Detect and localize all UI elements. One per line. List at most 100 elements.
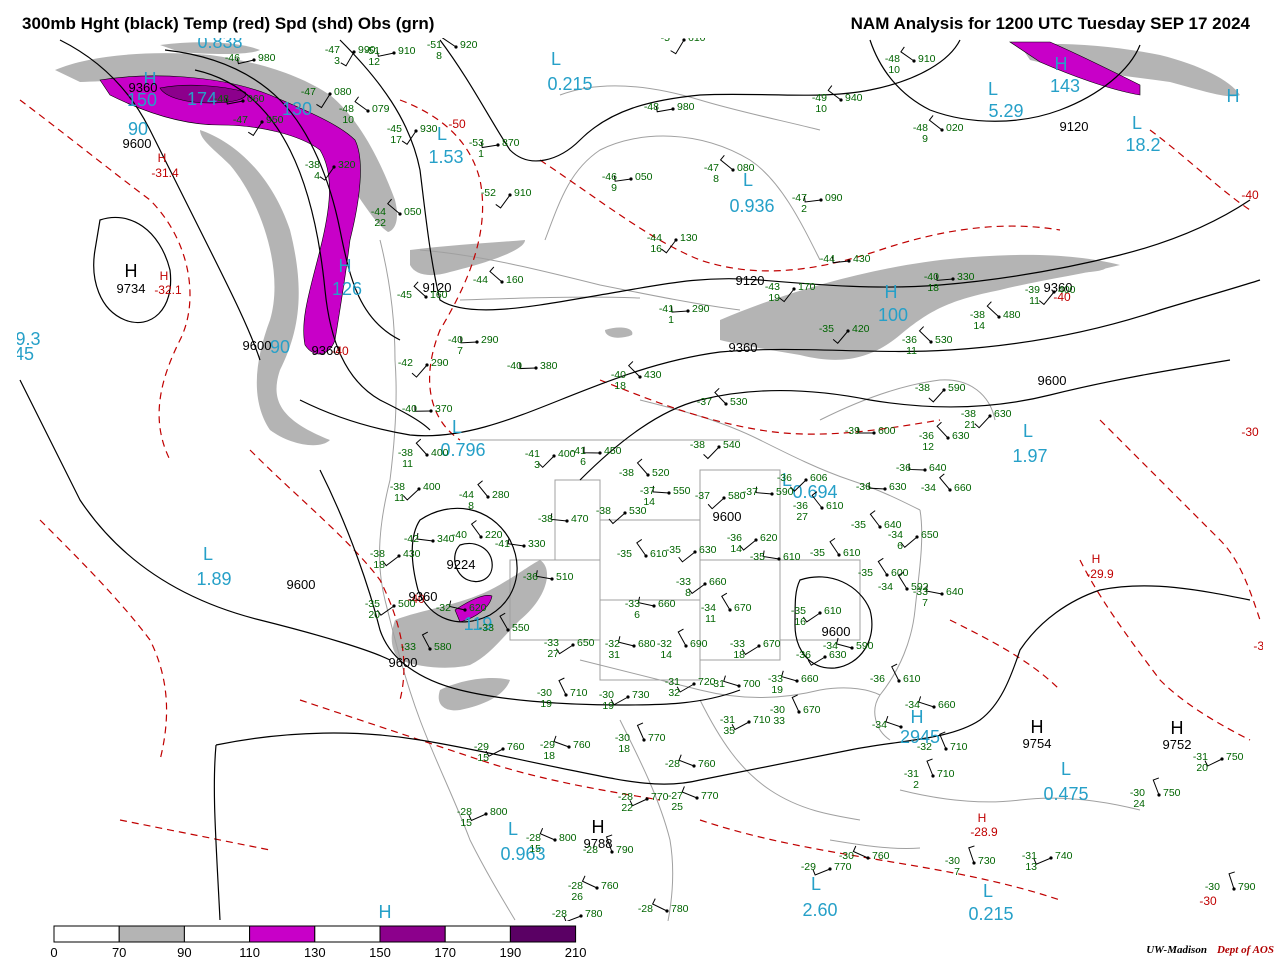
obs-height: 910 [514, 187, 532, 199]
obs-height: 530 [935, 334, 953, 346]
obs-dewpoint: 12 [368, 56, 380, 68]
height-label: 9600 [1038, 373, 1067, 388]
obs-height: 770 [701, 790, 719, 802]
obs-height: 610 [783, 551, 801, 563]
obs-dewpoint: 7 [954, 866, 960, 878]
chart-title-left: 300mb Hght (black) Temp (red) Spd (shd) … [22, 14, 435, 33]
obs-height: 060 [247, 93, 265, 105]
colorbar-tick-label: 210 [565, 945, 587, 960]
obs-dewpoint: 15 [460, 817, 472, 829]
obs-height: 760 [507, 741, 525, 753]
obs-dewpoint: 7 [922, 597, 928, 609]
obs-height: 500 [398, 598, 416, 610]
obs-height: 330 [528, 538, 546, 550]
obs-temperature: -28 [665, 758, 680, 770]
obs-temperature: -38 [619, 467, 634, 479]
obs-height: 980 [677, 101, 695, 113]
obs-height: 290 [692, 303, 710, 315]
obs-height: 660 [801, 673, 819, 685]
obs-dewpoint: 2 [913, 779, 919, 791]
obs-temperature: -46 [225, 52, 240, 64]
obs-height: 079 [372, 103, 390, 115]
obs-dewpoint: 27 [796, 511, 808, 523]
min-max-label: 1.53 [428, 147, 463, 167]
min-max-label: L [203, 544, 213, 564]
obs-temperature: -38 [538, 513, 553, 525]
obs-height: 610 [843, 547, 861, 559]
obs-height: 550 [512, 622, 530, 634]
colorbar-bin [118, 925, 185, 943]
obs-height: 420 [852, 323, 870, 335]
obs-height: 640 [929, 462, 947, 474]
obs-height: 760 [601, 880, 619, 892]
obs-temperature: -28 [638, 903, 653, 915]
obs-height: 660 [938, 699, 956, 711]
min-max-label: 90 [270, 337, 290, 357]
min-max-label: L [1061, 759, 1071, 779]
obs-height: 710 [937, 768, 955, 780]
obs-temperature: -36 [896, 462, 911, 474]
height-label: 9360 [729, 340, 758, 355]
obs-height: 760 [872, 850, 890, 862]
obs-height: 730 [978, 855, 996, 867]
obs-height: 160 [430, 289, 448, 301]
min-max-label: 2.60 [802, 900, 837, 920]
obs-height: 650 [921, 529, 939, 541]
obs-height: 610 [903, 673, 921, 685]
height-label: 9754 [1023, 736, 1052, 751]
obs-height: 940 [845, 92, 863, 104]
obs-height: 380 [540, 360, 558, 372]
obs-temperature: -31 [710, 678, 725, 690]
obs-temperature: -35 [750, 551, 765, 563]
obs-dewpoint: 35 [723, 725, 735, 737]
temperature-label: -30 [1253, 639, 1263, 653]
temperature-label: H [1092, 552, 1101, 566]
obs-height: 290 [481, 334, 499, 346]
height-label: 9600 [822, 624, 851, 639]
obs-temperature: -38 [690, 439, 705, 451]
height-label: 9600 [123, 136, 152, 151]
obs-temperature: -33 [479, 622, 494, 634]
obs-temperature: -28 [583, 844, 598, 856]
obs-dewpoint: 12 [922, 441, 934, 453]
obs-dewpoint: 14 [730, 543, 742, 555]
obs-dewpoint: 9 [922, 133, 928, 145]
colorbar-tick-label: 150 [369, 945, 391, 960]
obs-dewpoint: 15 [529, 843, 541, 855]
height-label: 9600 [389, 655, 418, 670]
min-max-label: 1.97 [1012, 446, 1047, 466]
obs-height: 610 [688, 38, 706, 44]
min-max-label: 126 [332, 279, 362, 299]
obs-dewpoint: 14 [660, 649, 672, 661]
obs-height: 280 [492, 489, 510, 501]
min-max-label: 100 [878, 305, 908, 325]
obs-height: 370 [435, 403, 453, 415]
obs-dewpoint: 11 [394, 492, 405, 504]
obs-height: 540 [723, 439, 741, 451]
obs-height: 670 [734, 602, 752, 614]
obs-dewpoint: 6 [580, 456, 586, 468]
height-label: 9360 [129, 80, 158, 95]
high-marker: H [1031, 717, 1044, 737]
obs-temperature: -38 [915, 382, 930, 394]
obs-height: 770 [648, 732, 666, 744]
obs-height: 920 [460, 39, 478, 51]
obs-height: 930 [420, 123, 438, 135]
obs-dewpoint: 11 [402, 458, 413, 470]
obs-temperature: -48 [214, 93, 229, 105]
height-label: 9734 [117, 281, 146, 296]
obs-height: 660 [954, 482, 972, 494]
obs-height: 770 [651, 791, 669, 803]
temperature-label: H [160, 269, 169, 283]
min-max-label: 174 [187, 89, 217, 109]
obs-dewpoint: 20 [368, 609, 380, 621]
min-max-label: 5.29 [988, 101, 1023, 121]
obs-height: 780 [671, 903, 689, 915]
obs-temperature: -35 [858, 567, 873, 579]
min-max-label: L [1023, 421, 1033, 441]
min-max-label: L [551, 49, 561, 69]
obs-height: 620 [469, 602, 487, 614]
obs-height: 660 [658, 598, 676, 610]
credit-dept: Dept of AOS [1216, 944, 1274, 956]
obs-temperature: -47 [301, 86, 316, 98]
